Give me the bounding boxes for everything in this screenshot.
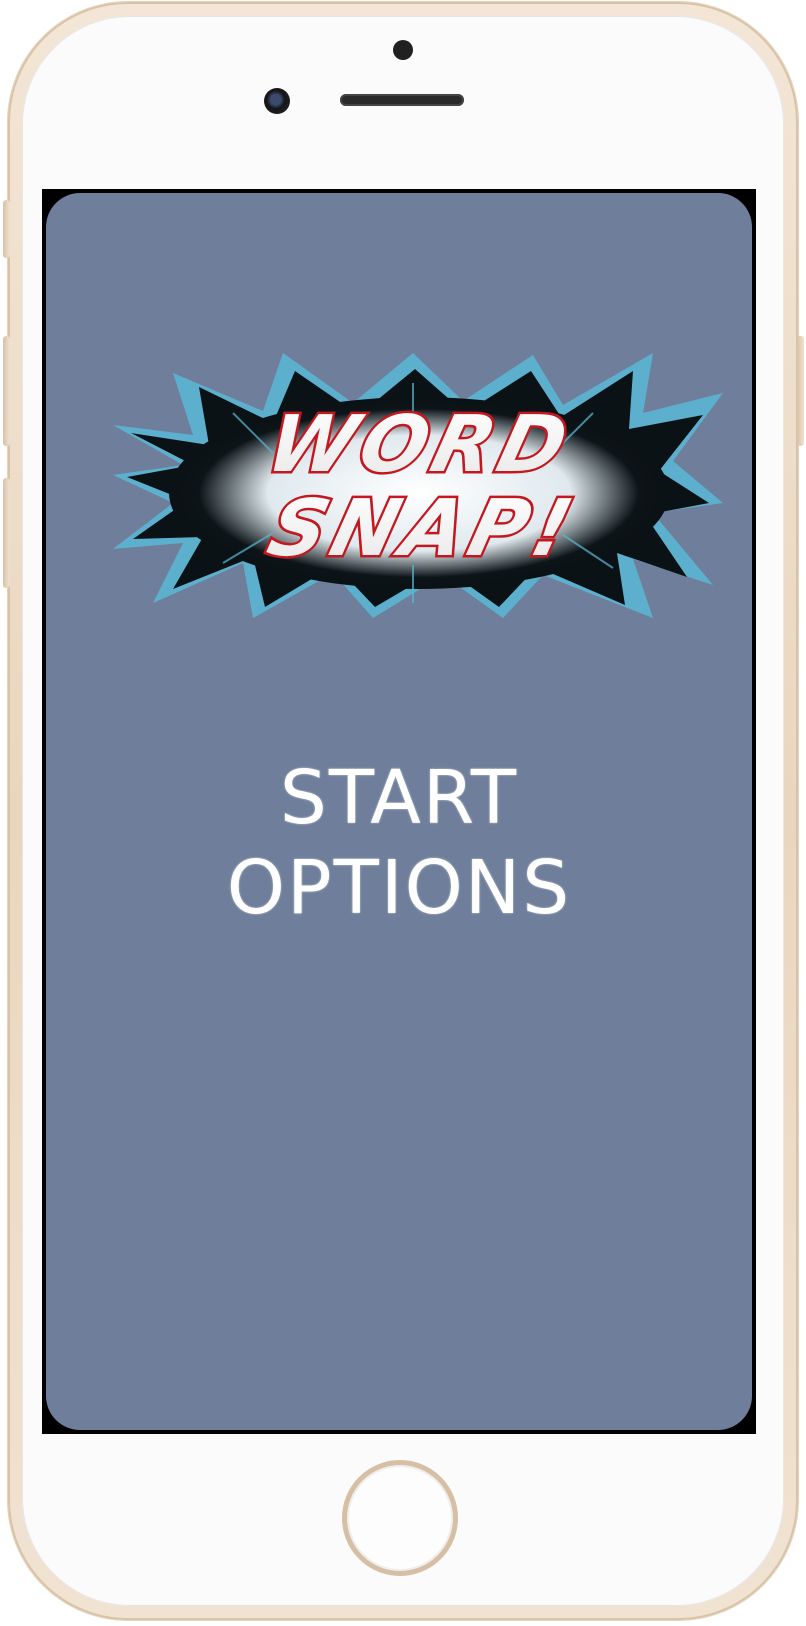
home-button-icon[interactable] <box>342 1460 458 1576</box>
earpiece-icon <box>340 94 464 106</box>
front-camera-icon <box>264 88 290 114</box>
silent-switch <box>3 200 10 258</box>
proximity-sensor-icon <box>393 40 413 60</box>
volume-down-button <box>3 478 10 588</box>
power-button <box>797 336 804 446</box>
options-button[interactable]: OPTIONS <box>46 843 752 933</box>
logo-word-text: WORD <box>258 398 582 490</box>
volume-up-button <box>3 336 10 446</box>
main-menu: START OPTIONS <box>46 753 752 933</box>
start-button[interactable]: START <box>46 753 752 843</box>
app-screen: WORD SNAP! START OPTIONS <box>46 193 752 1430</box>
logo-snap-text: SNAP! <box>260 482 587 574</box>
word-snap-logo: WORD SNAP! <box>113 353 723 618</box>
